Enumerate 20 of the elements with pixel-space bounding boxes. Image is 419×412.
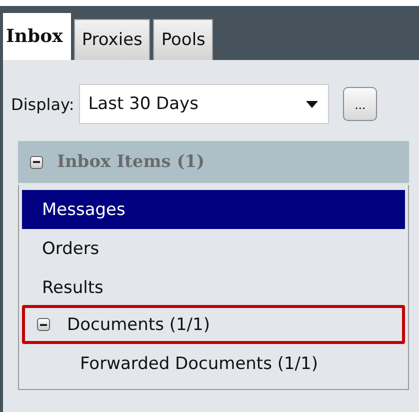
list-item[interactable]: Documents (1/1) (22, 305, 405, 344)
list-item[interactable]: Messages (22, 190, 405, 229)
list-item[interactable]: Forwarded Documents (1/1) (22, 344, 405, 383)
tab[interactable]: Pools (153, 19, 214, 60)
item-label: Documents (1/1) (67, 314, 210, 334)
caret-icon (306, 100, 318, 108)
section-title: Inbox Items (1) (57, 152, 205, 172)
list-item[interactable]: Orders (22, 229, 405, 268)
item-label: Orders (42, 238, 100, 258)
tab[interactable]: Proxies (74, 19, 150, 60)
display-label: Display: (11, 94, 74, 114)
list-item[interactable]: Results (22, 268, 405, 307)
tab[interactable]: Inbox (3, 13, 71, 60)
more-button[interactable]: ... (343, 87, 378, 121)
collapse-icon[interactable] (37, 318, 50, 331)
item-label: Results (42, 278, 104, 298)
item-label: Messages (42, 200, 126, 220)
item-label: Forwarded Documents (1/1) (80, 354, 318, 374)
display-dropdown[interactable]: Last 30 Days (79, 84, 330, 124)
collapse-icon[interactable] (30, 156, 43, 168)
